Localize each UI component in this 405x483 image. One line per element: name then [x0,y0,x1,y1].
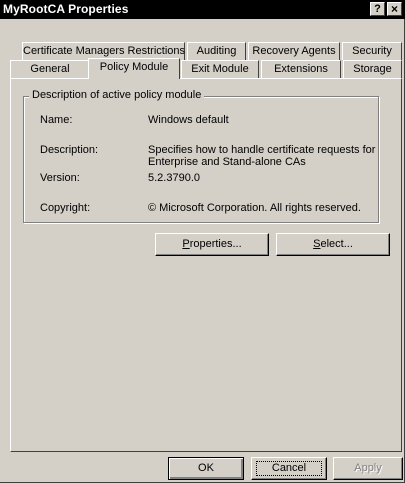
tab-storage[interactable]: Storage [343,60,402,78]
tab-extensions[interactable]: Extensions [261,60,341,78]
close-icon[interactable]: × [387,2,402,16]
tab-security[interactable]: Security [342,42,402,60]
properties-mnemonic: P [182,238,190,250]
cancel-button[interactable]: Cancel [251,457,327,480]
name-label: Name: [40,114,73,126]
copyright-label: Copyright: [40,202,91,214]
select-button[interactable]: Select... [276,233,390,256]
ok-button[interactable]: OK [168,457,244,480]
properties-label: roperties... [189,238,242,250]
help-icon[interactable]: ? [370,2,385,16]
tab-general[interactable]: General [10,60,90,78]
title-bar[interactable]: MyRootCA Properties ? × [0,0,405,19]
apply-button[interactable]: Apply [333,457,403,480]
description-label: Description: [40,144,99,156]
select-label: elect... [320,238,353,250]
description-line-1: Specifies how to handle certificate requ… [148,144,376,156]
tab-exit-module[interactable]: Exit Module [181,60,259,78]
name-value: Windows default [148,114,229,126]
description-line-2: Enterprise and Stand-alone CAs [148,156,306,168]
window-title: MyRootCA Properties [3,2,129,16]
version-value: 5.2.3790.0 [148,172,200,184]
tab-recovery-agents[interactable]: Recovery Agents [248,42,340,60]
copyright-value: © Microsoft Corporation. All rights rese… [148,202,361,214]
properties-dialog: MyRootCA Properties ? × Certificate Mana… [0,0,405,483]
tab-auditing[interactable]: Auditing [187,42,246,60]
tab-policy-module[interactable]: Policy Module [88,58,180,79]
group-legend: Description of active policy module [29,89,205,101]
focus-rect [256,461,322,476]
properties-button[interactable]: Properties... [155,233,269,256]
version-label: Version: [40,172,80,184]
